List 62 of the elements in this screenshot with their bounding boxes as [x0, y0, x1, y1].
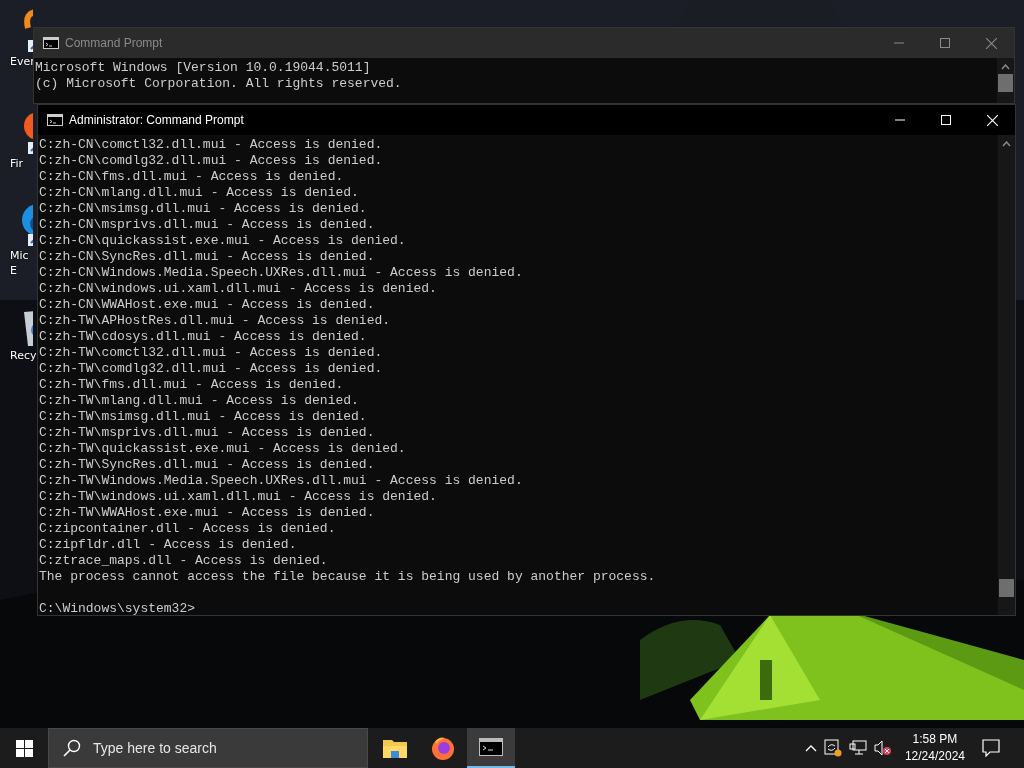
console-line: C:zh-CN\fms.dll.mui - Access is denied. — [39, 169, 345, 185]
icon-label: Fir — [10, 156, 24, 171]
scroll-thumb[interactable] — [999, 579, 1014, 597]
console-line: C:zh-TW\Windows.Media.Speech.UXRes.dll.mui - Access is denied. — [39, 473, 524, 489]
console-line: C:zh-TW\quickassist.exe.mui - Access is denied. — [39, 441, 407, 457]
console-line: C:zh-CN\Windows.Media.Speech.UXRes.dll.mui - Access is denied. — [39, 265, 524, 281]
windows-logo-icon — [15, 739, 33, 757]
notification-icon[interactable] — [982, 739, 1000, 757]
maximize-icon — [941, 115, 951, 125]
chevron-up-icon[interactable] — [804, 744, 817, 752]
terminal-icon — [43, 37, 59, 49]
icon-label: Recy — [10, 348, 37, 363]
console-line: C:zh-CN\SyncRes.dll.mui - Access is denied. — [39, 249, 376, 265]
console-line: C:zh-CN\windows.ui.xaml.dll.mui - Access is denied. — [39, 281, 438, 297]
console-line: Microsoft Windows [Version 10.0.19044.5011] — [35, 60, 372, 76]
terminal-icon[interactable] — [467, 728, 515, 768]
console-line: C:zipfldr.dll - Access is denied. — [39, 537, 298, 553]
scrollbar[interactable] — [998, 135, 1015, 615]
console-line: C:zh-TW\msimsg.dll.mui - Access is denied. — [39, 409, 368, 425]
scroll-up-icon[interactable] — [1001, 64, 1010, 70]
clock-date[interactable]: 12/24/2024 — [904, 748, 965, 765]
search-field[interactable]: Type here to search — [48, 728, 368, 768]
console-line: C:zh-TW\fms.dll.mui - Access is denied. — [39, 377, 345, 393]
console-line: C:zh-TW\comctl32.dll.mui - Access is denied. — [39, 345, 384, 361]
console-line: C:zh-TW\msprivs.dll.mui - Access is denied. — [39, 425, 376, 441]
command-prompt[interactable]: C:\Windows\system32> — [39, 601, 998, 615]
network-icon[interactable] — [848, 740, 867, 756]
window-title: Administrator: Command Prompt — [69, 113, 244, 127]
console-line: (c) Microsoft Corporation. All rights reserved. — [35, 76, 403, 92]
scroll-thumb[interactable] — [998, 74, 1013, 92]
console-line: C:zh-TW\comdlg32.dll.mui - Access is denied. — [39, 361, 384, 377]
search-input[interactable]: Type here to search — [91, 739, 367, 757]
console-line: C:zh-CN\comctl32.dll.mui - Access is denied. — [39, 137, 384, 153]
console-line: C:zh-TW\APHostRes.dll.mui - Access is denied. — [39, 313, 392, 329]
volume-muted-icon[interactable] — [873, 740, 892, 756]
close-icon — [985, 37, 997, 49]
console-line: C:zh-TW\SyncRes.dll.mui - Access is denied. — [39, 457, 376, 473]
icon-label: E — [10, 263, 17, 278]
console-line: C:zh-CN\quickassist.exe.mui - Access is denied. — [39, 233, 407, 249]
console-line: C:zh-CN\comdlg32.dll.mui - Access is denied. — [39, 153, 384, 169]
console-line: C:ztrace_maps.dll - Access is denied. — [39, 553, 329, 569]
clock-time[interactable]: 1:58 PM — [912, 731, 958, 748]
close-icon — [986, 114, 998, 126]
console-line: C:zh-CN\msprivs.dll.mui - Access is denied. — [39, 217, 376, 233]
console-line: C:zh-TW\mlang.dll.mui - Access is denied. — [39, 393, 360, 409]
console-line: C:zh-CN\mlang.dll.mui - Access is denied. — [39, 185, 360, 201]
window-title: Command Prompt — [65, 36, 163, 50]
maximize-icon — [940, 38, 950, 48]
console-line: C:zh-TW\WWAHost.exe.mui - Access is denied. — [39, 505, 376, 521]
console-line: C:zh-TW\cdosys.dll.mui - Access is denied. — [39, 329, 368, 345]
scroll-up-icon[interactable] — [1002, 141, 1011, 147]
console-line: C:zipcontainer.dll - Access is denied. — [39, 521, 337, 537]
console-line: The process cannot access the file because it is being used by another process. — [39, 569, 657, 585]
terminal-icon — [47, 114, 63, 126]
icon-label: Ever — [10, 54, 35, 68]
icon-label: Mic — [10, 248, 29, 263]
console-line: C:zh-CN\msimsg.dll.mui - Access is denied. — [39, 201, 368, 217]
sync-icon[interactable] — [823, 739, 842, 757]
console-line: C:zh-CN\WWAHost.exe.mui - Access is denied. — [39, 297, 376, 313]
search-icon — [63, 739, 81, 757]
console-line: C:zh-TW\windows.ui.xaml.dll.mui - Access is denied. — [39, 489, 438, 505]
scrollbar[interactable] — [997, 58, 1014, 103]
